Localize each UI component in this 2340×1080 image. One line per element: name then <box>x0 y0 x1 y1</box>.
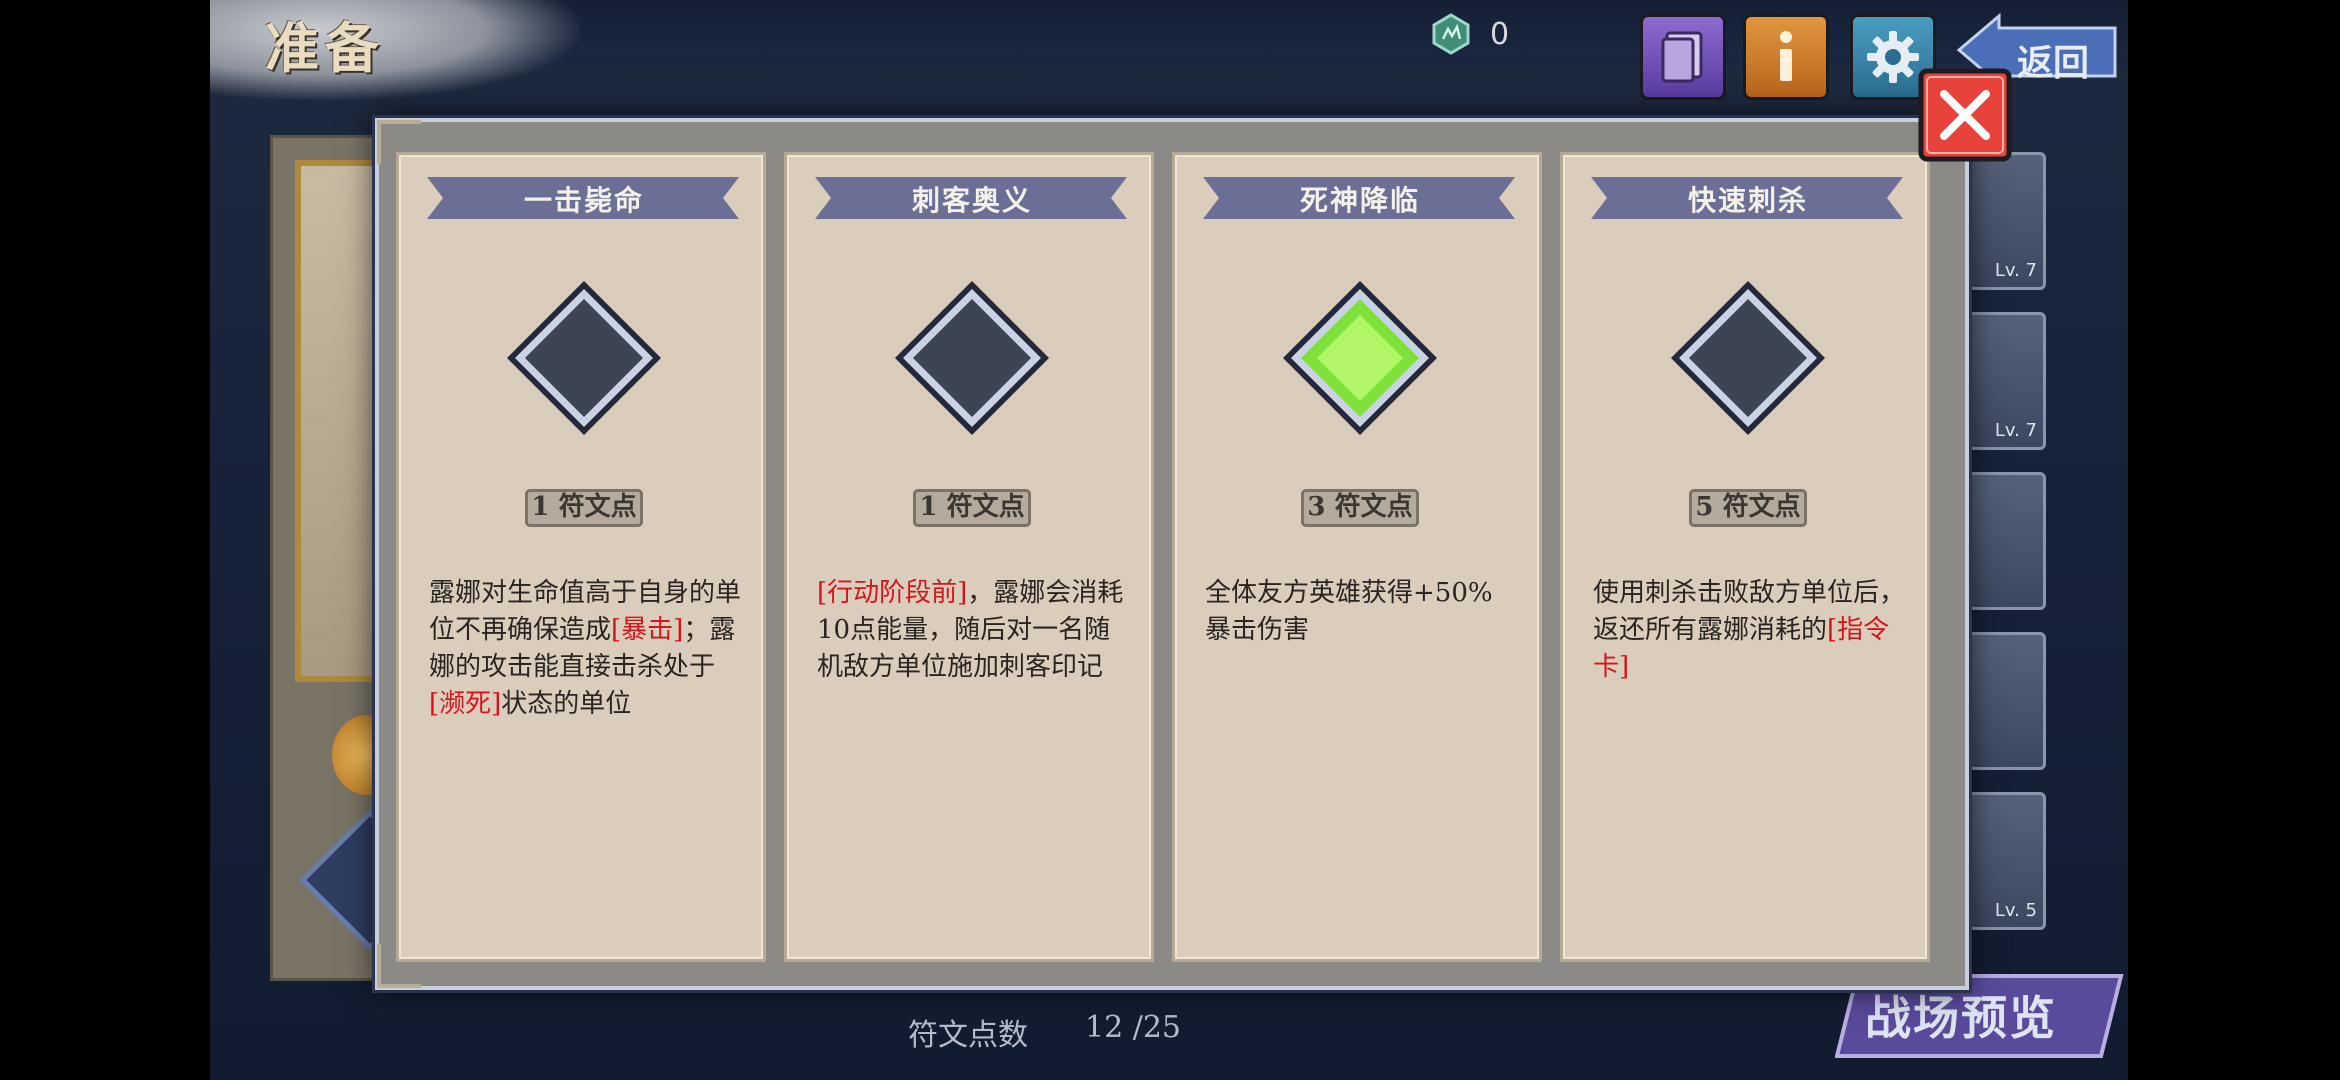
rune-card[interactable]: 快速刺杀 5 符文点 使用刺杀击败敌方单位后，返还所有露娜消耗的[指令卡] <box>1560 152 1930 962</box>
rune-gem-selected-icon <box>1283 281 1437 435</box>
keyword-highlight: [濒死] <box>429 689 502 719</box>
keyword-highlight: [暴击] <box>611 615 684 645</box>
preview-label: 战场预览 <box>1865 991 2057 1045</box>
equipment-slot[interactable] <box>1968 632 2046 770</box>
back-label: 返回 <box>2017 42 2090 84</box>
rune-card[interactable]: 刺客奥义 1 符文点 [行动阶段前]，露娜会消耗10点能量，随后对一名随机敌方单… <box>784 152 1154 962</box>
card-title: 死神降临 <box>1299 184 1420 217</box>
rune-socket-icon <box>1671 281 1825 435</box>
gear-icon <box>1867 31 1919 83</box>
equipment-slot[interactable] <box>1968 472 2046 610</box>
card-title: 刺客奥义 <box>911 184 1032 217</box>
slot-level: Lv. 7 <box>1994 260 2037 281</box>
equipment-slot[interactable]: Lv. 7 <box>1968 152 2046 290</box>
rune-gem-icon <box>1432 13 1470 55</box>
deck-button[interactable] <box>1640 14 1726 100</box>
keyword-highlight: [行动阶段前] <box>817 578 968 608</box>
rune-cost: 1 符文点 <box>913 489 1031 527</box>
info-button[interactable] <box>1743 14 1829 100</box>
card-title: 快速刺杀 <box>1687 184 1808 217</box>
card-description: 使用刺杀击败敌方单位后，返还所有露娜消耗的[指令卡] <box>1593 575 1905 686</box>
rune-cost: 1 符文点 <box>525 489 643 527</box>
rune-dialog: 一击毙命 1 符文点 露娜对生命值高于自身的单位不再确保造成[暴击]；露娜的攻击… <box>375 118 1969 990</box>
description-text: 全体友方英雄获得+50%暴击伤害 <box>1205 578 1493 645</box>
equipment-slot[interactable]: Lv. 5 <box>1968 792 2046 930</box>
card-title: 一击毙命 <box>523 184 644 217</box>
rune-cost: 3 符文点 <box>1301 489 1419 527</box>
currency-value: 0 <box>1490 16 1510 52</box>
close-button[interactable] <box>1918 68 2012 162</box>
equipment-slot[interactable]: Lv. 7 <box>1968 312 2046 450</box>
rune-card[interactable]: 死神降临 3 符文点 全体友方英雄获得+50%暴击伤害 <box>1172 152 1542 962</box>
book-icon <box>1661 31 1703 83</box>
rune-cost: 5 符文点 <box>1689 489 1807 527</box>
rune-currency: 0 <box>1430 10 1509 58</box>
rune-card[interactable]: 一击毙命 1 符文点 露娜对生命值高于自身的单位不再确保造成[暴击]；露娜的攻击… <box>396 152 766 962</box>
game-screen: 准备 0 返回 Lv. 7 Lv. 7 Lv. 5 符文点数 12 /25 战场… <box>210 0 2128 1080</box>
rune-socket-icon <box>507 281 661 435</box>
page-title: 准备 <box>265 16 385 80</box>
description-text: 状态的单位 <box>501 689 632 719</box>
card-description: 全体友方英雄获得+50%暴击伤害 <box>1205 575 1517 649</box>
rune-points-value: 12 /25 <box>1085 1010 1181 1045</box>
info-icon <box>1780 31 1792 81</box>
rune-points-label: 符文点数 <box>908 1018 1028 1053</box>
close-icon <box>1918 68 2012 162</box>
slot-level: Lv. 5 <box>1994 900 2037 921</box>
card-description: [行动阶段前]，露娜会消耗10点能量，随后对一名随机敌方单位施加刺客印记 <box>817 575 1129 686</box>
rune-socket-icon <box>895 281 1049 435</box>
card-description: 露娜对生命值高于自身的单位不再确保造成[暴击]；露娜的攻击能直接击杀处于[濒死]… <box>429 575 741 723</box>
slot-level: Lv. 7 <box>1994 420 2037 441</box>
